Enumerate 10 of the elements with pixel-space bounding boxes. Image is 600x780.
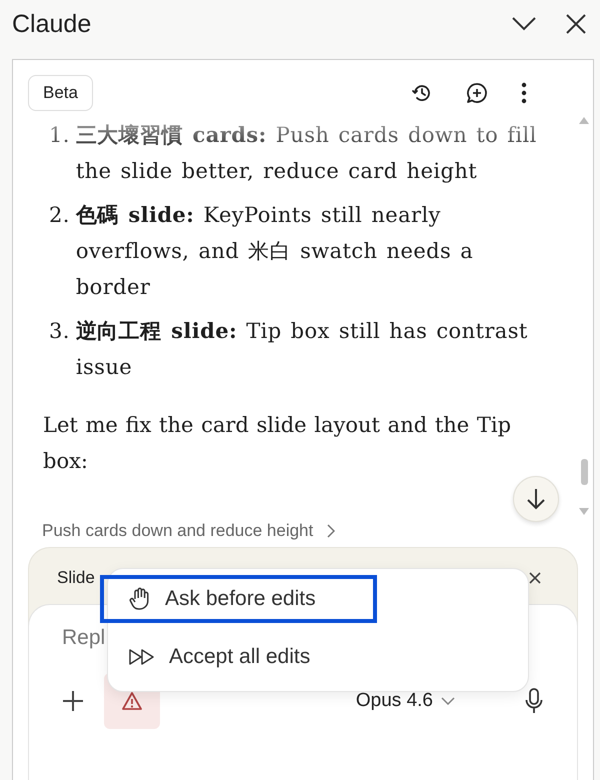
attachment-label: Slide: [57, 568, 95, 588]
list-item-text: 逆向工程 slide: Tip box still has contrast issue: [76, 317, 529, 381]
list-number: 2.: [49, 202, 70, 229]
list-number: 3.: [49, 318, 70, 345]
window-title: Claude: [12, 10, 92, 38]
list-item-text: 色碼 slide: KeyPoints still nearly overflows, and 米白 swatch needs a border: [76, 201, 474, 301]
list-item-text: 三大壞習慣 cards: Push cards down to fill the slide better, reduce card height: [76, 121, 538, 185]
beta-badge: Beta: [28, 75, 93, 111]
list-number: 1.: [49, 122, 70, 149]
message-text: Let me fix the card slide layout and the Tip box:: [43, 412, 512, 475]
